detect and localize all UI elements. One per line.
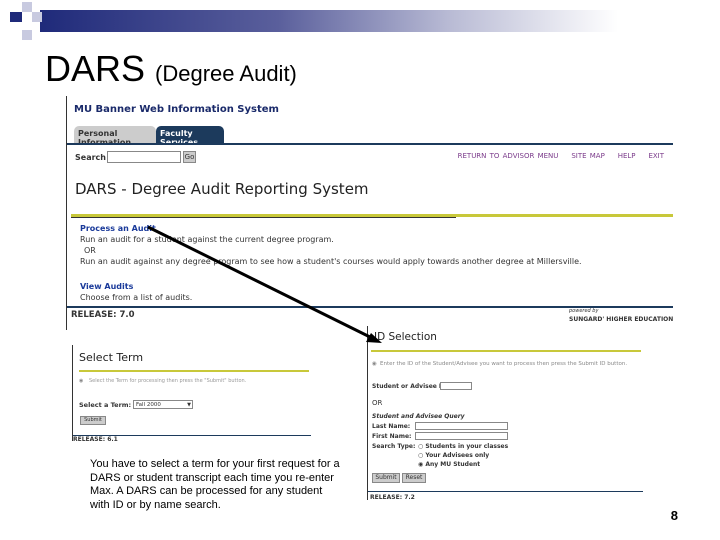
arrow-annotation	[147, 225, 382, 343]
arrow-line	[147, 225, 373, 340]
arrow-head-icon	[366, 333, 382, 343]
page-number: 8	[670, 508, 678, 523]
